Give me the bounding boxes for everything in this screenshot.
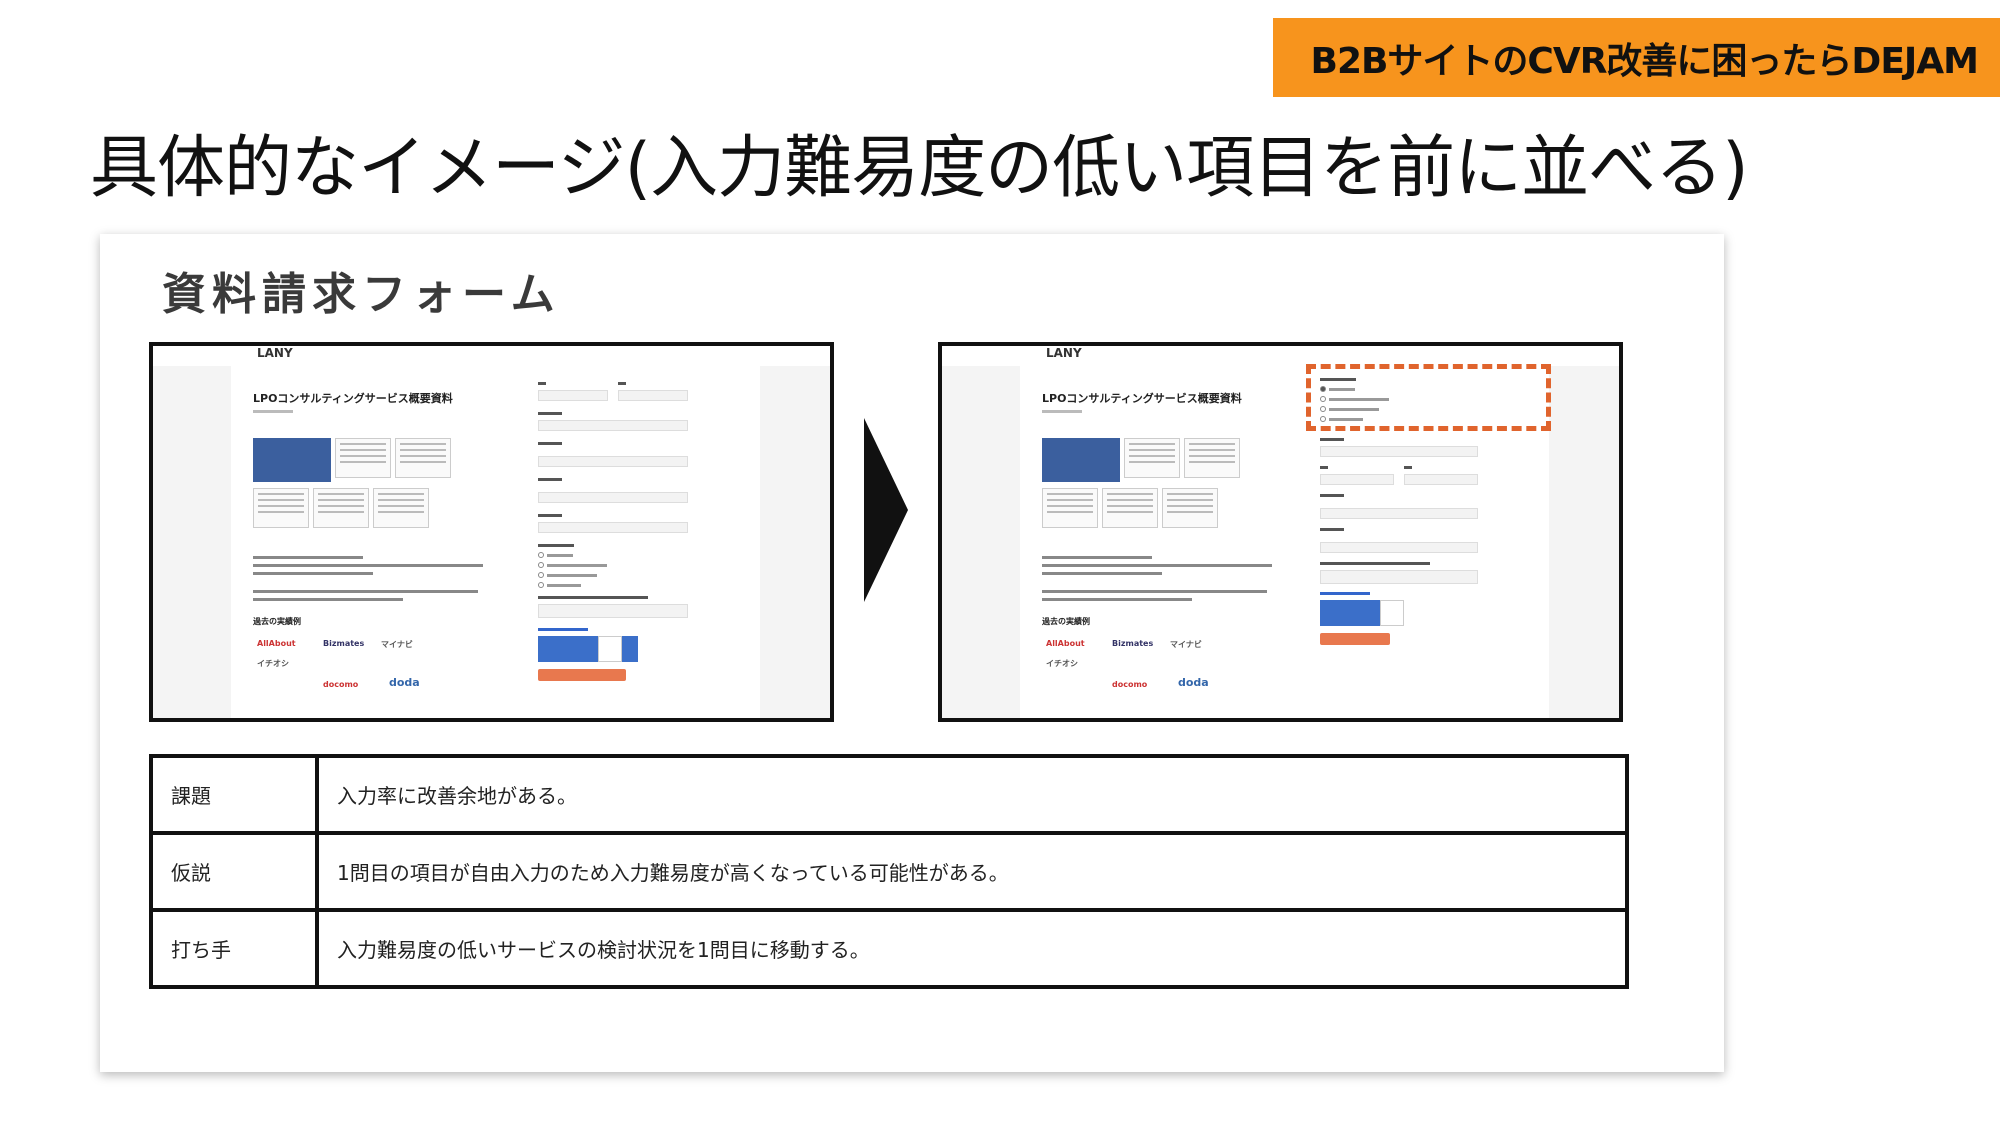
email-input[interactable] [538,492,688,503]
download-button[interactable] [538,669,626,681]
first-name-input[interactable] [618,390,688,401]
brand-logo: doda [389,676,420,689]
notes-textarea[interactable] [1320,570,1478,584]
doc-thumbnail [1124,438,1180,478]
status-radio[interactable] [538,552,544,558]
brand-logo: イチオシ [1046,659,1078,668]
doc-thumbnail [1162,488,1218,528]
doc-thumbnail [313,488,369,528]
brand-logo: AllAbout [257,639,296,648]
doc-title: LPOコンサルティングサービス概要資料 [253,392,453,405]
status-radio[interactable] [538,562,544,568]
brand-logo: docomo [323,680,359,689]
row-key: 打ち手 [149,908,319,989]
lany-logo: LANY [257,346,293,360]
brand-logo: docomo [1112,680,1148,689]
doc-thumbnail-main [1042,438,1120,482]
header-banner: B2BサイトのCVR改善に困ったらDEJAM [1273,18,2000,97]
brand-logo: doda [1178,676,1209,689]
lany-logo: LANY [1046,346,1082,360]
table-row: 仮説 1問目の項目が自由入力のため入力難易度が高くなっている可能性がある。 [149,831,1629,912]
after-screenshot: LANY LPOコンサルティングサービス概要資料 過去の実績例 AllAbout… [938,342,1623,722]
doc-thumbnail [1184,438,1240,478]
slide-title: 具体的なイメージ(入力難易度の低い項目を前に並べる) [90,129,1749,208]
row-value: 1問目の項目が自由入力のため入力難易度が高くなっている可能性がある。 [315,831,1629,912]
captcha-widget[interactable] [538,636,638,662]
before-screenshot: LANY LPOコンサルティングサービス概要資料 過去の実績例 AllAbout… [149,342,834,722]
arrow-right-icon [864,418,908,602]
section-heading: 過去の実績例 [253,617,301,626]
highlight-box [1306,364,1551,431]
phone-input[interactable] [1320,508,1478,519]
doc-thumbnail [335,438,391,478]
banner-text: B2BサイトのCVR改善に困ったらDEJAM [1310,40,1979,82]
content-card: 資料請求フォーム LANY LPOコンサルティングサービス概要資料 過去の実績例… [100,234,1724,1072]
first-name-input[interactable] [1404,474,1478,485]
email-input[interactable] [1320,542,1478,553]
doc-title: LPOコンサルティングサービス概要資料 [1042,392,1242,405]
last-name-input[interactable] [1320,474,1394,485]
brand-logo: マイナビ [1170,640,1202,649]
row-value: 入力難易度の低いサービスの検討状況を1問目に移動する。 [315,908,1629,989]
row-key: 課題 [149,754,319,835]
download-button[interactable] [1320,633,1390,645]
company-input[interactable] [1320,446,1478,457]
captcha-widget[interactable] [1320,600,1380,626]
status-radio[interactable] [538,572,544,578]
table-row: 打ち手 入力難易度の低いサービスの検討状況を1問目に移動する。 [149,908,1629,989]
captcha-icon [598,636,622,662]
brand-logo: イチオシ [257,659,289,668]
doc-thumbnail [1102,488,1158,528]
last-name-input[interactable] [538,390,608,401]
doc-thumbnail [1042,488,1098,528]
row-value: 入力率に改善余地がある。 [315,754,1629,835]
card-title: 資料請求フォーム [162,269,561,320]
notes-textarea[interactable] [538,604,688,618]
brand-logo: Bizmates [1112,639,1154,648]
brand-logo: マイナビ [381,640,413,649]
summary-table: 課題 入力率に改善余地がある。 仮説 1問目の項目が自由入力のため入力難易度が高… [149,754,1629,989]
doc-thumbnail [253,488,309,528]
phone-input[interactable] [538,456,688,467]
brand-logo: AllAbout [1046,639,1085,648]
company-input[interactable] [538,420,688,431]
row-key: 仮説 [149,831,319,912]
section-heading: 過去の実績例 [1042,617,1090,626]
doc-thumbnail-main [253,438,331,482]
doc-thumbnail [373,488,429,528]
doc-thumbnail [395,438,451,478]
website-input[interactable] [538,522,688,533]
brand-logo: Bizmates [323,639,365,648]
captcha-icon [1380,600,1404,626]
table-row: 課題 入力率に改善余地がある。 [149,754,1629,835]
status-radio[interactable] [538,582,544,588]
